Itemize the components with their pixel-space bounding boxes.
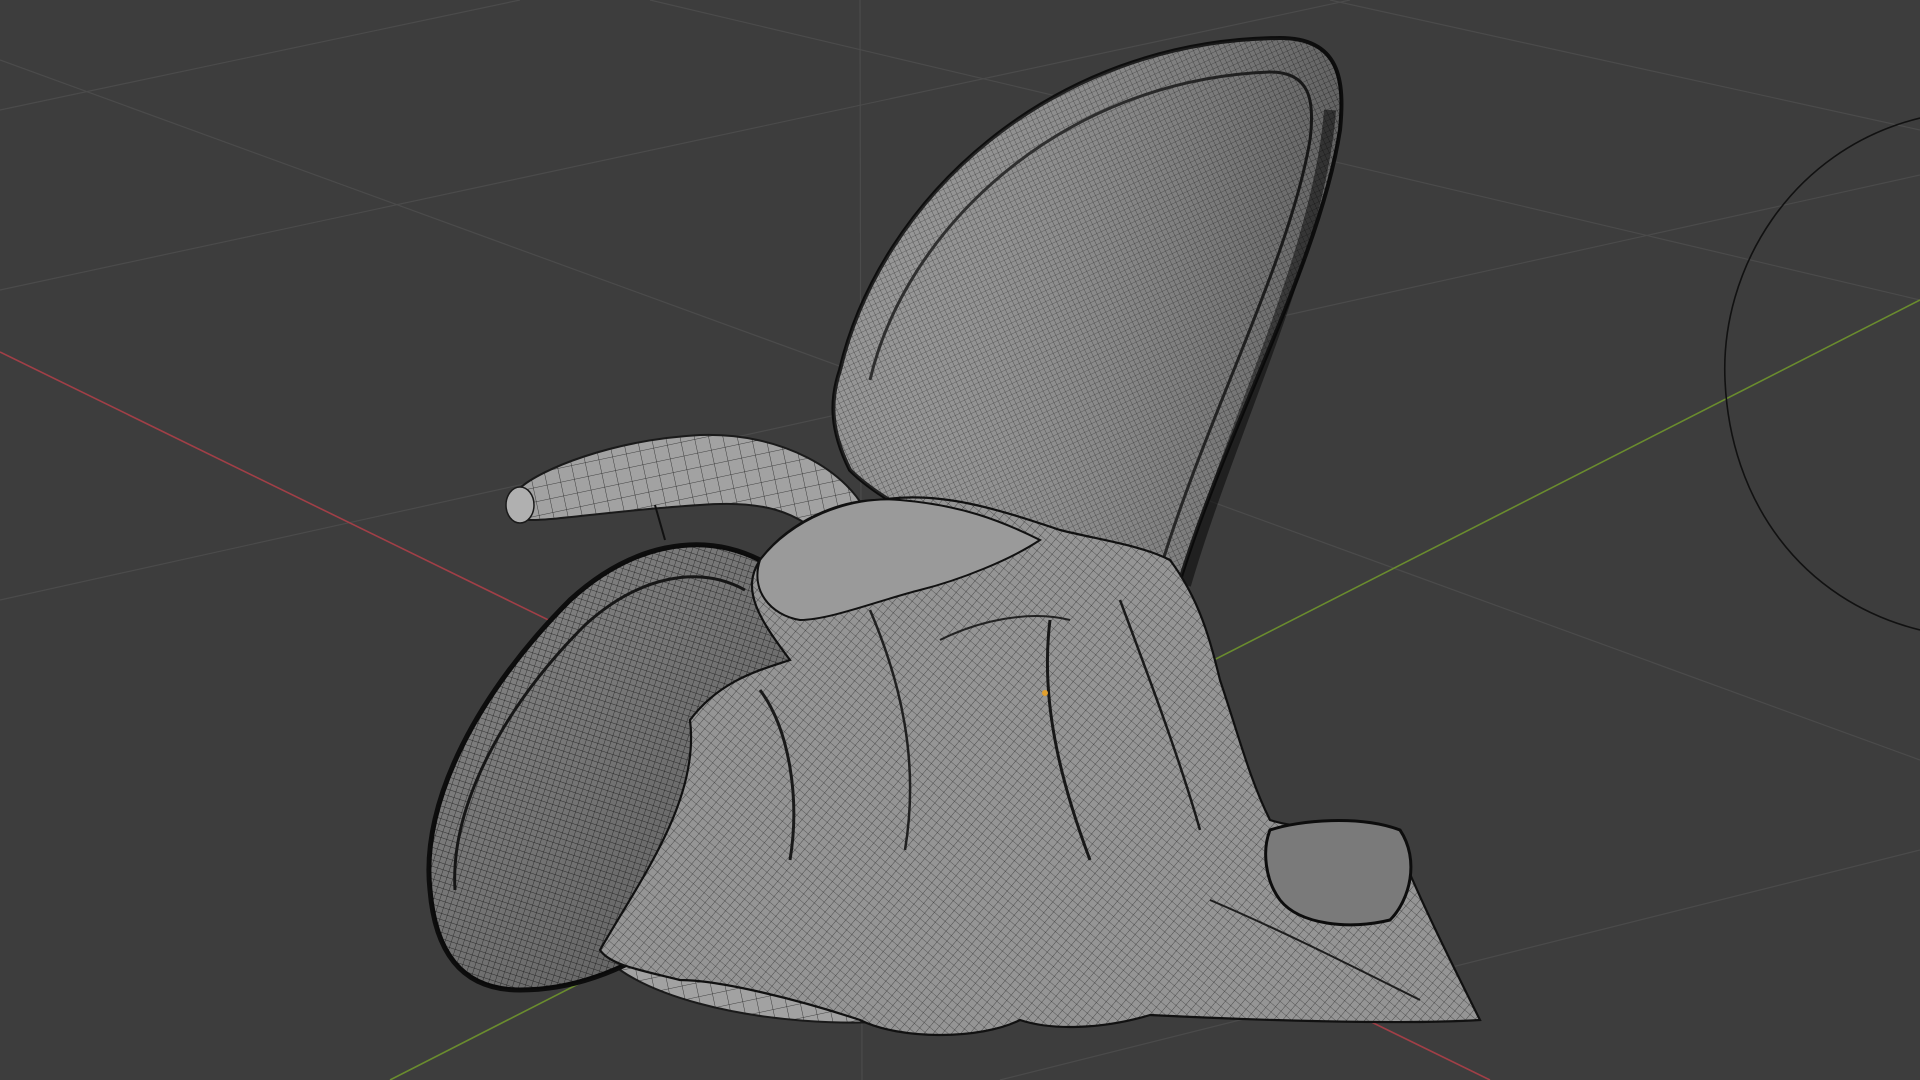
object-origin-dot[interactable]: [1042, 690, 1048, 696]
3d-viewport[interactable]: [0, 0, 1920, 1080]
viewport-canvas[interactable]: [0, 0, 1920, 1080]
camera-outline: [1724, 117, 1920, 631]
